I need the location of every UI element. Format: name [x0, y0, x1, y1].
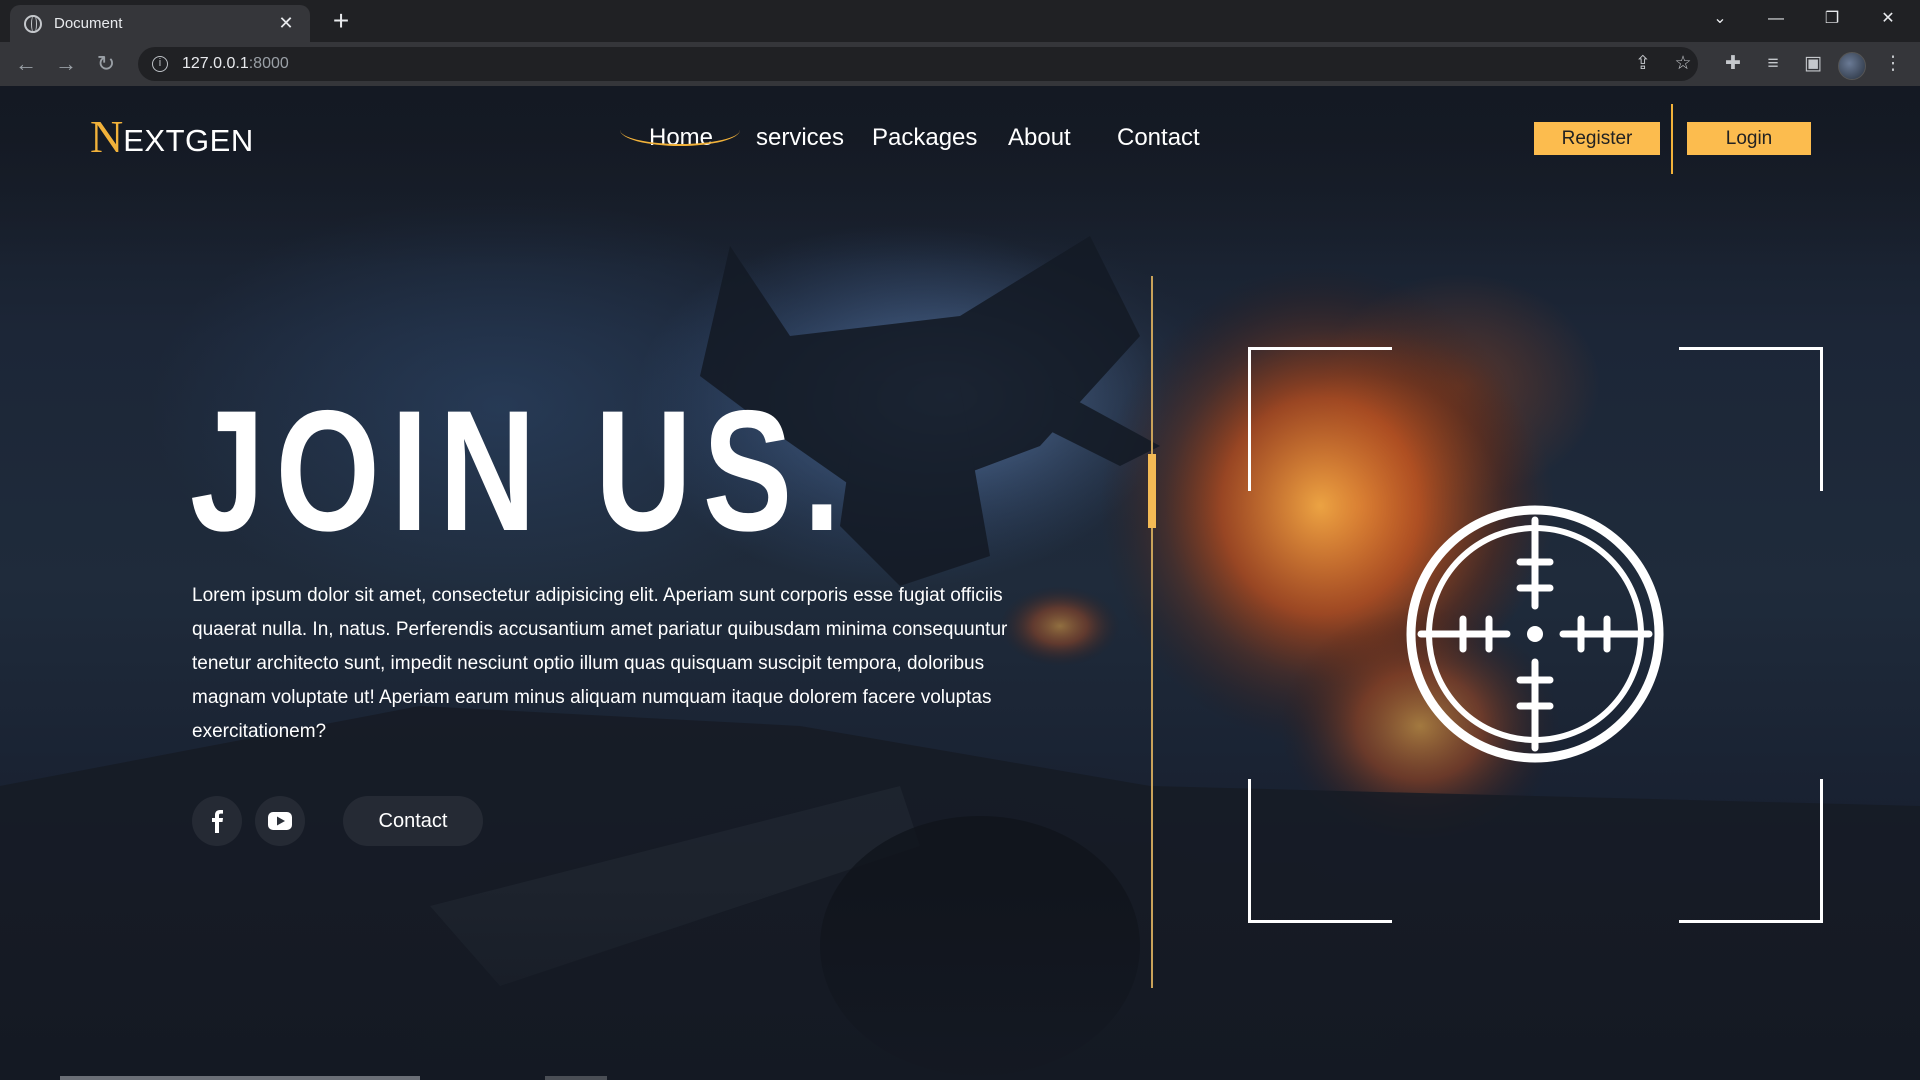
url-port: :8000: [248, 55, 289, 72]
header-button-divider: [1671, 104, 1673, 174]
frame-corner-bottom-right: [1679, 779, 1823, 923]
facebook-icon: [212, 810, 223, 833]
extensions-icon[interactable]: ✚: [1718, 49, 1748, 79]
hero-title: JOIN US.: [190, 375, 852, 567]
share-icon[interactable]: ⇪: [1628, 49, 1658, 79]
forward-icon[interactable]: →: [50, 48, 82, 80]
frame-corner-bottom-left: [1248, 779, 1392, 923]
browser-toolbar: ← → ↻ i 127.0.0.1 :8000 ⇪ ☆ ✚ ≡ ▣ ⋮: [0, 42, 1920, 86]
frame-corner-top-right: [1679, 347, 1823, 491]
window-close-icon[interactable]: ✕: [1860, 0, 1916, 38]
login-button[interactable]: Login: [1687, 122, 1811, 155]
hero-contact-button[interactable]: Contact: [343, 796, 483, 846]
profile-avatar[interactable]: [1838, 52, 1866, 80]
crosshair-icon: [1406, 505, 1664, 763]
reload-icon[interactable]: ↻: [90, 48, 122, 80]
address-bar[interactable]: i 127.0.0.1 :8000: [138, 47, 1698, 81]
globe-icon: [24, 14, 42, 33]
media-control-icon[interactable]: ≡: [1758, 49, 1788, 79]
tab-search-icon[interactable]: ⌄: [1692, 0, 1748, 38]
minimize-icon[interactable]: —: [1748, 0, 1804, 38]
nav-packages[interactable]: Packages: [872, 124, 977, 152]
site-info-icon[interactable]: i: [152, 56, 168, 72]
back-icon[interactable]: ←: [10, 48, 42, 80]
bookmark-star-icon[interactable]: ☆: [1668, 49, 1698, 79]
frame-corner-top-left: [1248, 347, 1392, 491]
browser-tab-strip: Document ✕ + ⌄ — ❐ ✕: [0, 0, 1920, 42]
nav-contact[interactable]: Contact: [1117, 124, 1200, 152]
divider-accent: [1148, 454, 1156, 528]
youtube-icon: [268, 812, 292, 830]
side-panel-icon[interactable]: ▣: [1798, 49, 1828, 79]
horizontal-scrollbar-thumb[interactable]: [60, 1076, 420, 1080]
vertical-divider: [1151, 276, 1153, 988]
nav-services[interactable]: services: [756, 124, 844, 152]
browser-tab[interactable]: Document ✕: [10, 5, 310, 42]
new-tab-button[interactable]: +: [326, 6, 356, 36]
close-tab-icon[interactable]: ✕: [276, 13, 296, 34]
page-viewport: N EXTGEN Home services Packages About Co…: [0, 86, 1920, 1080]
restore-icon[interactable]: ❐: [1804, 0, 1860, 38]
youtube-button[interactable]: [255, 796, 305, 846]
url-host: 127.0.0.1: [182, 55, 249, 72]
tab-title: Document: [54, 15, 123, 32]
hero-paragraph: Lorem ipsum dolor sit amet, consectetur …: [192, 585, 1008, 742]
menu-dots-icon[interactable]: ⋮: [1878, 49, 1908, 79]
nav-about[interactable]: About: [1008, 124, 1071, 152]
register-button[interactable]: Register: [1534, 122, 1660, 155]
facebook-button[interactable]: [192, 796, 242, 846]
horizontal-scrollbar-marker: [545, 1076, 607, 1080]
